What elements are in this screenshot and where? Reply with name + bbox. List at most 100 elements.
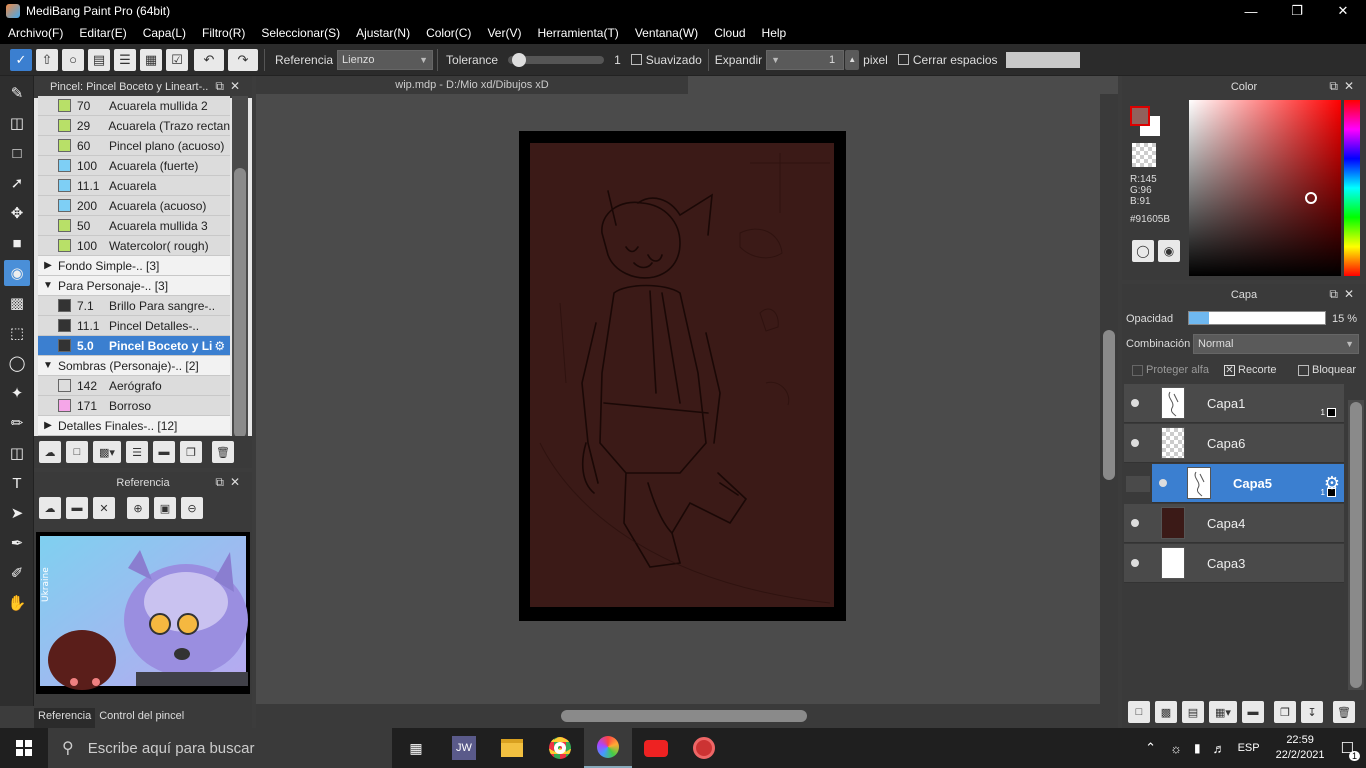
app-shortcut-icon[interactable] <box>680 728 728 768</box>
minimize-button[interactable]: — <box>1228 0 1274 22</box>
collapse-arrow-icon[interactable]: ▼ <box>38 360 58 371</box>
fill-rect-tool-icon[interactable]: ■ <box>4 230 30 256</box>
document-icon[interactable]: ☰ <box>114 48 136 71</box>
scrollbar-thumb[interactable] <box>561 710 807 722</box>
select-pen-tool-icon[interactable]: ✏ <box>4 410 30 436</box>
canvas-horizontal-scrollbar[interactable] <box>256 704 1118 728</box>
brush-item[interactable]: 142 Aerógrafo <box>38 376 230 396</box>
volume-icon[interactable]: ♬ <box>1213 741 1226 756</box>
task-view-icon[interactable]: ▦ <box>392 728 440 768</box>
merge-layer-icon[interactable]: ↧ <box>1301 701 1323 723</box>
chevron-up-icon[interactable]: ⌃ <box>1145 740 1156 756</box>
canvas-vertical-scrollbar[interactable] <box>1100 94 1118 704</box>
menu-editar[interactable]: Editar(E) <box>71 22 134 44</box>
collapse-arrow-icon[interactable]: ▼ <box>38 280 58 291</box>
cloud-upload-icon[interactable]: ☁ <box>39 497 61 519</box>
bucket-tool-icon[interactable]: ◉ <box>4 260 30 286</box>
transparent-color-swatch[interactable] <box>1132 143 1156 167</box>
visibility-icon[interactable] <box>1159 479 1167 487</box>
operation-tool-icon[interactable]: ➤ <box>4 500 30 526</box>
menu-filtro[interactable]: Filtro(R) <box>194 22 253 44</box>
layer-settings-gear-icon[interactable]: ⚙ <box>1324 473 1340 494</box>
brush-item[interactable]: 29 Acuarela (Trazo rectan <box>38 116 230 136</box>
expandir-stepper[interactable]: ▲ <box>845 49 860 70</box>
brush-tool-icon[interactable]: ✎ <box>4 80 30 106</box>
zoom-in-icon[interactable]: ⊕ <box>127 497 149 519</box>
tolerance-slider[interactable] <box>508 52 605 67</box>
menu-help[interactable]: Help <box>754 22 795 44</box>
duplicate-layer-icon[interactable]: ❐ <box>1274 701 1296 723</box>
brush-group[interactable]: ▼ Para Personaje-.. [3] <box>38 276 230 296</box>
brush-group[interactable]: ▶ Fondo Simple-.. [3] <box>38 256 230 276</box>
tolerance-slider-handle[interactable] <box>512 52 527 67</box>
tab-referencia[interactable]: Referencia <box>34 708 96 728</box>
layer-folder-icon[interactable]: ▬ <box>1242 701 1264 723</box>
magic-wand-tool-icon[interactable]: ✦ <box>4 380 30 406</box>
delete-layer-icon[interactable]: 🗑 <box>1333 701 1355 723</box>
eyedropper-tool-icon[interactable]: ✐ <box>4 560 30 586</box>
notification-icon[interactable]: ☐ 1 <box>1341 739 1360 761</box>
blend-mode-select[interactable]: Normal ▼ <box>1193 334 1359 354</box>
medibang-icon[interactable] <box>584 728 632 768</box>
wifi-icon[interactable]: ☼ <box>1170 741 1182 756</box>
menu-seleccionar[interactable]: Seleccionar(S) <box>253 22 348 44</box>
battery-icon[interactable]: ▮ <box>1194 741 1201 755</box>
brush-item[interactable]: 100 Acuarela (fuerte) <box>38 156 230 176</box>
palette-icon[interactable]: ◯ <box>1132 240 1154 262</box>
brush-item[interactable]: 11.1 Pincel Detalles-.. <box>38 316 230 336</box>
referencia-select[interactable]: Lienzo ▼ <box>337 49 434 70</box>
brush-item[interactable]: 7.1 Brillo Para sangre-.. <box>38 296 230 316</box>
jw-app-icon[interactable]: JW <box>440 728 488 768</box>
layer-list-scrollbar[interactable] <box>1348 400 1364 690</box>
visibility-icon[interactable] <box>1131 559 1139 567</box>
brush-item[interactable]: 5.0 Pincel Boceto y Li ⚙ <box>38 336 230 356</box>
menu-ver[interactable]: Ver(V) <box>479 22 529 44</box>
cerrar-espacios-checkbox[interactable] <box>897 54 909 65</box>
cloud-download-icon[interactable]: ☁ <box>39 441 61 463</box>
taskbar-search[interactable]: ⚲ Escribe aquí para buscar <box>48 728 392 768</box>
new-layer-icon[interactable]: □ <box>1128 701 1150 723</box>
pen-tool-icon[interactable]: ✒ <box>4 530 30 556</box>
menu-cloud[interactable]: Cloud <box>706 22 753 44</box>
suavizado-checkbox[interactable] <box>630 54 642 65</box>
close-button[interactable]: ✕ <box>1320 0 1366 22</box>
visibility-icon[interactable] <box>1131 399 1139 407</box>
language-indicator[interactable]: ESP <box>1238 742 1260 754</box>
brush-item[interactable]: 11.1 Acuarela <box>38 176 230 196</box>
redo-button[interactable]: ↷ <box>228 48 258 71</box>
brush-item[interactable]: 50 Acuarela mullida 3 <box>38 216 230 236</box>
expand-arrow-icon[interactable]: ▶ <box>38 420 58 431</box>
visibility-icon[interactable] <box>1131 519 1139 527</box>
brush-item[interactable]: 200 Acuarela (acuoso) <box>38 196 230 216</box>
menu-ventana[interactable]: Ventana(W) <box>627 22 706 44</box>
brush-group[interactable]: ▶ Detalles Finales-.. [12] <box>38 416 230 436</box>
chrome-icon[interactable] <box>536 728 584 768</box>
share-icon[interactable]: ⇧ <box>36 48 58 71</box>
close-reference-icon[interactable]: ✕ <box>93 497 115 519</box>
open-folder-icon[interactable]: ▬ <box>66 497 88 519</box>
text-tool-icon[interactable]: T <box>4 470 30 496</box>
checklist-icon[interactable]: ☑ <box>166 48 188 71</box>
menu-archivo[interactable]: Archivo(F) <box>0 22 71 44</box>
fit-screen-icon[interactable]: ▣ <box>154 497 176 519</box>
brush-item[interactable]: 70 Acuarela mullida 2 <box>38 96 230 116</box>
hue-slider[interactable] <box>1344 100 1360 276</box>
clock[interactable]: 22:59 22/2/2021 <box>1276 733 1325 763</box>
menu-capa[interactable]: Capa(L) <box>135 22 194 44</box>
line-tool-icon[interactable]: ➚ <box>4 170 30 196</box>
brush-item[interactable]: 60 Pincel plano (acuoso) <box>38 136 230 156</box>
expandir-select[interactable]: ▼ 1 <box>766 49 845 70</box>
panel-controls[interactable]: ⧉✕ <box>215 79 246 94</box>
start-button[interactable] <box>0 728 48 768</box>
layer-row[interactable]: Capa5 1 ⚙ <box>1126 464 1344 503</box>
move-tool-icon[interactable]: ✥ <box>4 200 30 226</box>
color-cursor[interactable] <box>1305 192 1317 204</box>
add-layer-dropdown-icon[interactable]: ▦▾ <box>1209 701 1237 723</box>
visibility-icon[interactable] <box>1131 439 1139 447</box>
lock-checkbox[interactable] <box>1298 365 1309 376</box>
panel-controls[interactable]: ⧉✕ <box>1329 287 1360 302</box>
maximize-button[interactable]: ❐ <box>1274 0 1320 22</box>
new-brush-icon[interactable]: □ <box>66 441 88 463</box>
select-eraser-tool-icon[interactable]: ◫ <box>4 440 30 466</box>
layer-row[interactable]: Capa4 <box>1124 504 1344 543</box>
